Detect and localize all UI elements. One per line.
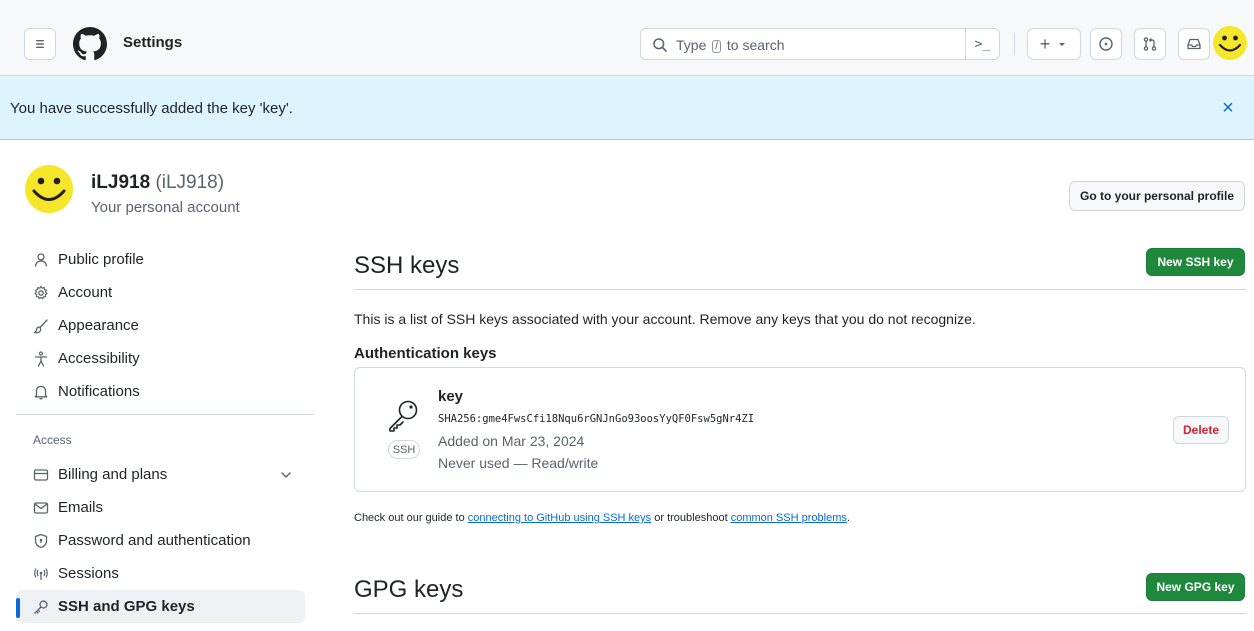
- sidebar-item-emails[interactable]: Emails: [16, 491, 305, 524]
- key-added-date: Added on Mar 23, 2024: [438, 433, 585, 449]
- sidebar-item-ssh-gpg-keys[interactable]: SSH and GPG keys: [16, 590, 305, 623]
- sidebar-item-public-profile[interactable]: Public profile: [16, 243, 305, 276]
- key-fingerprint: SHA256:gme4FwsCfi18Nqu6rGNJnGo93oosYyQF0…: [438, 413, 755, 425]
- ssh-troubleshoot-link[interactable]: common SSH problems: [731, 512, 847, 524]
- new-ssh-key-button[interactable]: New SSH key: [1146, 248, 1245, 276]
- sidebar-item-label: Appearance: [58, 317, 139, 334]
- profile-handle: (iLJ918): [155, 172, 225, 193]
- shield-lock-icon: [34, 533, 48, 549]
- command-palette-button[interactable]: >_: [965, 28, 999, 60]
- search-shortcut-key: /: [712, 40, 722, 53]
- app-header: Settings Type / to search >_ +: [0, 0, 1254, 76]
- sidebar-item-sessions[interactable]: Sessions: [16, 557, 305, 590]
- sidebar-item-label: Emails: [58, 499, 104, 516]
- sidebar-item-label: SSH and GPG keys: [58, 598, 195, 615]
- ssh-guide-link[interactable]: connecting to GitHub using SSH keys: [468, 512, 651, 524]
- person-icon: [34, 253, 48, 267]
- gear-icon: [34, 285, 48, 300]
- active-indicator: [16, 598, 20, 618]
- mail-icon: [33, 502, 49, 514]
- delete-key-button[interactable]: Delete: [1173, 416, 1229, 444]
- gpg-keys-heading: GPG keys: [354, 576, 464, 603]
- issues-button[interactable]: [1090, 28, 1122, 60]
- sidebar-item-label: Account: [58, 284, 113, 301]
- ssh-description: This is a list of SSH keys associated wi…: [354, 311, 976, 327]
- profile-name[interactable]: iLJ918 (iLJ918): [91, 172, 224, 194]
- broadcast-icon: [34, 568, 48, 580]
- plus-icon: +: [1039, 34, 1051, 54]
- sidebar-item-label: Password and authentication: [58, 532, 251, 549]
- page-context-title[interactable]: Settings: [123, 34, 182, 51]
- credit-card-icon: [33, 469, 49, 481]
- pull-request-icon: [1143, 37, 1157, 51]
- ssh-keys-heading: SSH keys: [354, 252, 460, 279]
- sidebar-item-account[interactable]: Account: [16, 276, 305, 309]
- sidebar-item-label: Public profile: [58, 251, 144, 268]
- menu-button[interactable]: [24, 28, 56, 60]
- sidebar-item-billing[interactable]: Billing and plans: [16, 458, 305, 491]
- paintbrush-icon: [33, 319, 48, 334]
- menu-icon: [36, 40, 44, 48]
- user-avatar[interactable]: [1212, 25, 1248, 61]
- sidebar-item-appearance[interactable]: Appearance: [16, 309, 305, 342]
- success-flash-banner: You have successfully added the key 'key…: [0, 76, 1254, 140]
- close-icon: ×: [1222, 97, 1234, 119]
- sidebar-item-notifications[interactable]: Notifications: [16, 375, 305, 408]
- sidebar-item-label: Sessions: [58, 565, 119, 582]
- sidebar-item-label: Notifications: [58, 383, 140, 400]
- search-placeholder: Type / to search: [676, 37, 785, 53]
- ssh-key-list-item: SSH key SHA256:gme4FwsCfi18Nqu6rGNJnGo93…: [354, 367, 1246, 492]
- terminal-icon: >_: [974, 36, 991, 52]
- sidebar-item-label: Billing and plans: [58, 466, 168, 483]
- header-divider: [1014, 33, 1015, 55]
- flash-message: You have successfully added the key 'key…: [10, 100, 293, 117]
- gpg-heading-rule: [354, 613, 1246, 614]
- chevron-down-icon: [281, 472, 291, 478]
- sidebar-divider: [16, 414, 314, 415]
- inbox-icon: [1187, 38, 1201, 50]
- pull-requests-button[interactable]: [1134, 28, 1166, 60]
- profile-subtitle: Your personal account: [91, 199, 240, 216]
- bell-icon: [34, 385, 48, 400]
- key-icon: [34, 600, 48, 614]
- github-logo[interactable]: [73, 27, 107, 61]
- sidebar-item-label: Accessibility: [58, 350, 140, 367]
- ssh-help-text: Check out our guide to connecting to Git…: [354, 512, 850, 524]
- key-usage: Never used — Read/write: [438, 455, 599, 471]
- authentication-keys-heading: Authentication keys: [354, 345, 497, 362]
- sidebar-section-heading: Access: [33, 433, 72, 447]
- new-gpg-key-button[interactable]: New GPG key: [1146, 573, 1245, 601]
- accessibility-icon: [34, 351, 48, 367]
- flash-close-button[interactable]: ×: [1218, 98, 1238, 118]
- issue-icon: [1099, 37, 1113, 51]
- sidebar-item-accessibility[interactable]: Accessibility: [16, 342, 305, 375]
- key-icon: [389, 400, 418, 432]
- profile-avatar: [25, 165, 73, 213]
- search-icon: [653, 38, 667, 52]
- triangle-down-icon: [1059, 43, 1066, 46]
- inbox-button[interactable]: [1178, 28, 1210, 60]
- sidebar-item-password-authentication[interactable]: Password and authentication: [16, 524, 305, 557]
- search-input[interactable]: Type / to search >_: [640, 28, 1000, 60]
- key-title: key: [438, 388, 464, 405]
- key-type-badge: SSH: [388, 440, 420, 459]
- go-to-profile-button[interactable]: Go to your personal profile: [1069, 181, 1245, 211]
- create-new-button[interactable]: +: [1027, 28, 1081, 60]
- ssh-heading-rule: [354, 289, 1246, 290]
